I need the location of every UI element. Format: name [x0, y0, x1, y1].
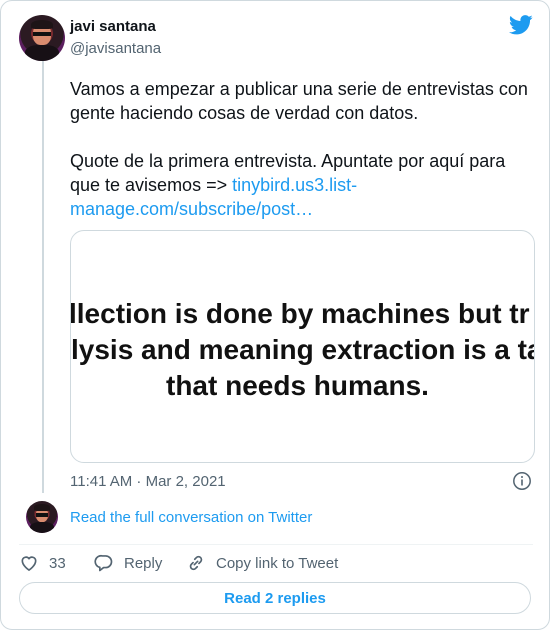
- reply-icon: [94, 554, 113, 572]
- reply-button[interactable]: Reply: [94, 552, 162, 574]
- reply-label: Reply: [124, 554, 163, 572]
- author-name[interactable]: javi santana: [70, 18, 156, 35]
- author-avatar-small[interactable]: [26, 501, 58, 533]
- divider: [19, 544, 533, 545]
- copy-link-label: Copy link to Tweet: [216, 554, 339, 572]
- copy-link-button[interactable]: Copy link to Tweet: [186, 552, 338, 574]
- tweet-text: Vamos a empezar a publicar una serie de …: [70, 77, 540, 221]
- like-count: 33: [49, 554, 66, 572]
- tweet-embed-card: javi santana @javisantana Vamos a empeza…: [0, 0, 550, 630]
- media-text-line-2: lysis and meaning extraction is a ta: [71, 334, 535, 365]
- media-text-line-3: that needs humans.: [166, 370, 429, 401]
- read-conversation-link[interactable]: Read the full conversation on Twitter: [70, 509, 312, 526]
- tweet-timestamp[interactable]: 11:41 AM · Mar 2, 2021: [70, 473, 226, 490]
- heart-icon: [21, 556, 37, 572]
- tweet-paragraph-1: Vamos a empezar a publicar una serie de …: [70, 79, 528, 123]
- author-avatar[interactable]: [19, 15, 65, 61]
- link-icon: [189, 555, 203, 571]
- tweet-paragraph-2: Quote de la primera entrevista. Apuntate…: [70, 149, 540, 221]
- thread-line: [42, 61, 44, 493]
- like-button[interactable]: 33: [19, 552, 66, 574]
- info-icon[interactable]: [512, 471, 532, 491]
- read-replies-button[interactable]: Read 2 replies: [19, 582, 531, 614]
- twitter-bird-icon[interactable]: [509, 15, 533, 35]
- author-handle[interactable]: @javisantana: [70, 40, 161, 57]
- media-text-line-1: llection is done by machines but tr: [70, 298, 530, 329]
- tweet-media-image[interactable]: llection is done by machines but tr lysi…: [70, 230, 535, 463]
